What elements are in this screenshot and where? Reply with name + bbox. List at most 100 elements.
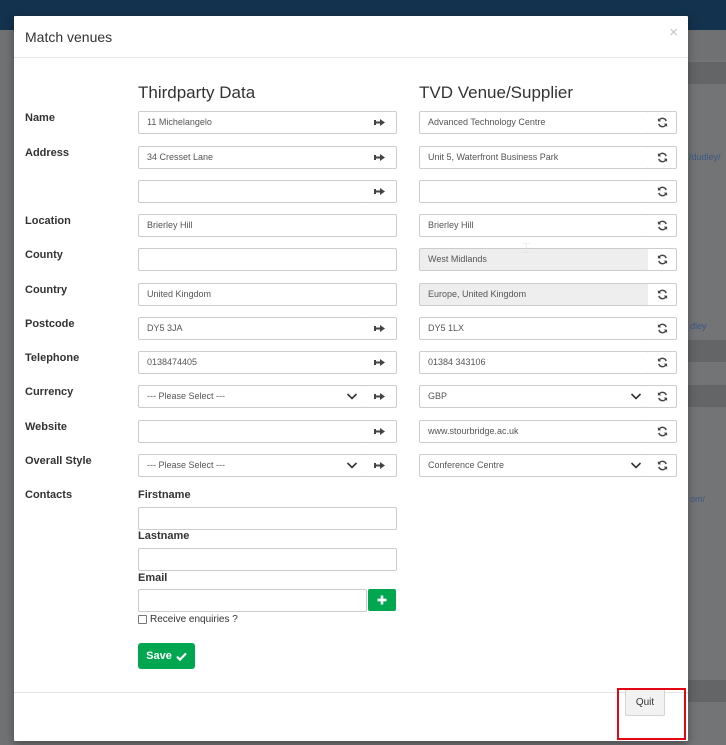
background-strip [688, 680, 726, 702]
chevron-down-icon [630, 462, 642, 469]
arrow-right-icon [374, 119, 385, 126]
modal-footer [14, 692, 688, 741]
thirdparty-telephone-field[interactable]: 0138474405 [138, 351, 365, 374]
arrow-right-icon [374, 154, 385, 161]
refresh-icon [657, 289, 667, 300]
arrow-right-icon [374, 359, 385, 366]
tvd-county-field[interactable]: West Midlands [419, 248, 649, 271]
thirdparty-overall-style-select[interactable]: --- Please Select --- [138, 454, 365, 477]
save-button[interactable]: Save [138, 643, 195, 669]
tvd-address2-field[interactable] [419, 180, 649, 203]
tvd-country-field[interactable]: Europe, United Kingdom [419, 283, 649, 306]
refresh-icon [657, 357, 667, 368]
tvd-currency-value: GBP [428, 391, 448, 401]
tvd-website-field[interactable]: www.stourbridge.ac.uk [419, 420, 649, 443]
refresh-address2-button[interactable] [648, 180, 677, 203]
background-strip [688, 385, 726, 407]
tvd-venue-heading: TVD Venue/Supplier [419, 83, 574, 102]
arrow-right-icon [374, 188, 385, 195]
tvd-location-field[interactable]: Brierley Hill [419, 214, 649, 237]
background-link: /dudley/ [689, 152, 721, 162]
text-cursor-icon: ⌶ [522, 240, 531, 256]
refresh-county-button[interactable] [648, 248, 677, 271]
location-label: Location [25, 215, 71, 227]
receive-enquiries-checkbox[interactable] [138, 615, 147, 624]
country-label: Country [25, 284, 68, 296]
currency-label: Currency [25, 386, 74, 398]
contacts-label: Contacts [25, 489, 73, 501]
arrow-right-icon [374, 428, 385, 435]
thirdparty-currency-value: --- Please Select --- [147, 391, 226, 401]
chevron-down-icon [346, 393, 358, 400]
thirdparty-postcode-field[interactable]: DY5 3JA [138, 317, 365, 340]
refresh-icon [657, 426, 667, 437]
background-link: om/ [690, 494, 706, 504]
chevron-down-icon [346, 462, 358, 469]
refresh-telephone-button[interactable] [648, 351, 677, 374]
receive-enquiries-label: Receive enquiries ? [150, 614, 238, 625]
copy-address-button[interactable] [364, 146, 397, 169]
thirdparty-county-field[interactable] [138, 248, 397, 271]
email-input[interactable] [138, 589, 367, 612]
firstname-input[interactable] [138, 507, 397, 530]
refresh-icon [657, 220, 667, 231]
refresh-icon [657, 254, 667, 265]
refresh-currency-button[interactable] [648, 385, 677, 408]
thirdparty-location-field[interactable]: Brierley Hill [138, 214, 397, 237]
thirdparty-address-field[interactable]: 34 Cresset Lane [138, 146, 365, 169]
plus-icon [377, 595, 387, 605]
refresh-postcode-button[interactable] [648, 317, 677, 340]
copy-overall-style-button[interactable] [364, 454, 397, 477]
tvd-telephone-field[interactable]: 01384 343106 [419, 351, 649, 374]
telephone-label: Telephone [25, 352, 80, 364]
tvd-overall-style-select[interactable]: Conference Centre [419, 454, 649, 477]
refresh-website-button[interactable] [648, 420, 677, 443]
copy-name-button[interactable] [364, 111, 397, 134]
refresh-icon [657, 186, 667, 197]
refresh-icon [657, 460, 667, 471]
refresh-overall-style-button[interactable] [648, 454, 677, 477]
address-label: Address [25, 147, 70, 159]
chevron-down-icon [630, 393, 642, 400]
add-contact-button[interactable] [368, 589, 396, 611]
copy-address2-button[interactable] [364, 180, 397, 203]
thirdparty-overall-style-value: --- Please Select --- [147, 460, 226, 470]
lastname-input[interactable] [138, 548, 397, 571]
save-button-label: Save [146, 650, 172, 662]
postcode-label: Postcode [25, 318, 75, 330]
quit-highlight-box [617, 688, 686, 740]
tvd-name-field[interactable]: Advanced Technology Centre [419, 111, 649, 134]
tvd-address-field[interactable]: Unit 5, Waterfront Business Park [419, 146, 649, 169]
tvd-overall-style-value: Conference Centre [428, 460, 505, 470]
tvd-currency-select[interactable]: GBP [419, 385, 649, 408]
arrow-right-icon [374, 393, 385, 400]
firstname-label: Firstname [138, 489, 191, 501]
lastname-label: Lastname [138, 530, 190, 542]
copy-telephone-button[interactable] [364, 351, 397, 374]
thirdparty-name-field[interactable]: 11 Michelangelo [138, 111, 365, 134]
modal-title: Match venues [25, 29, 113, 45]
copy-website-button[interactable] [364, 420, 397, 443]
refresh-address-button[interactable] [648, 146, 677, 169]
thirdparty-country-field[interactable]: United Kingdom [138, 283, 397, 306]
refresh-icon [657, 323, 667, 334]
tvd-postcode-field[interactable]: DY5 1LX [419, 317, 649, 340]
arrow-right-icon [374, 325, 385, 332]
refresh-icon [657, 117, 667, 128]
background-link: dley [690, 321, 707, 331]
match-venues-modal: Match venues × Thirdparty Data TVD Venue… [14, 16, 688, 741]
background-strip [688, 340, 726, 362]
refresh-name-button[interactable] [648, 111, 677, 134]
copy-postcode-button[interactable] [364, 317, 397, 340]
refresh-location-button[interactable] [648, 214, 677, 237]
thirdparty-website-field[interactable] [138, 420, 365, 443]
refresh-country-button[interactable] [648, 283, 677, 306]
arrow-right-icon [374, 462, 385, 469]
check-icon [176, 652, 187, 661]
copy-currency-button[interactable] [364, 385, 397, 408]
thirdparty-address2-field[interactable] [138, 180, 365, 203]
close-icon[interactable]: × [669, 24, 678, 41]
thirdparty-currency-select[interactable]: --- Please Select --- [138, 385, 365, 408]
modal-header: Match venues × [14, 16, 688, 58]
refresh-icon [657, 152, 667, 163]
